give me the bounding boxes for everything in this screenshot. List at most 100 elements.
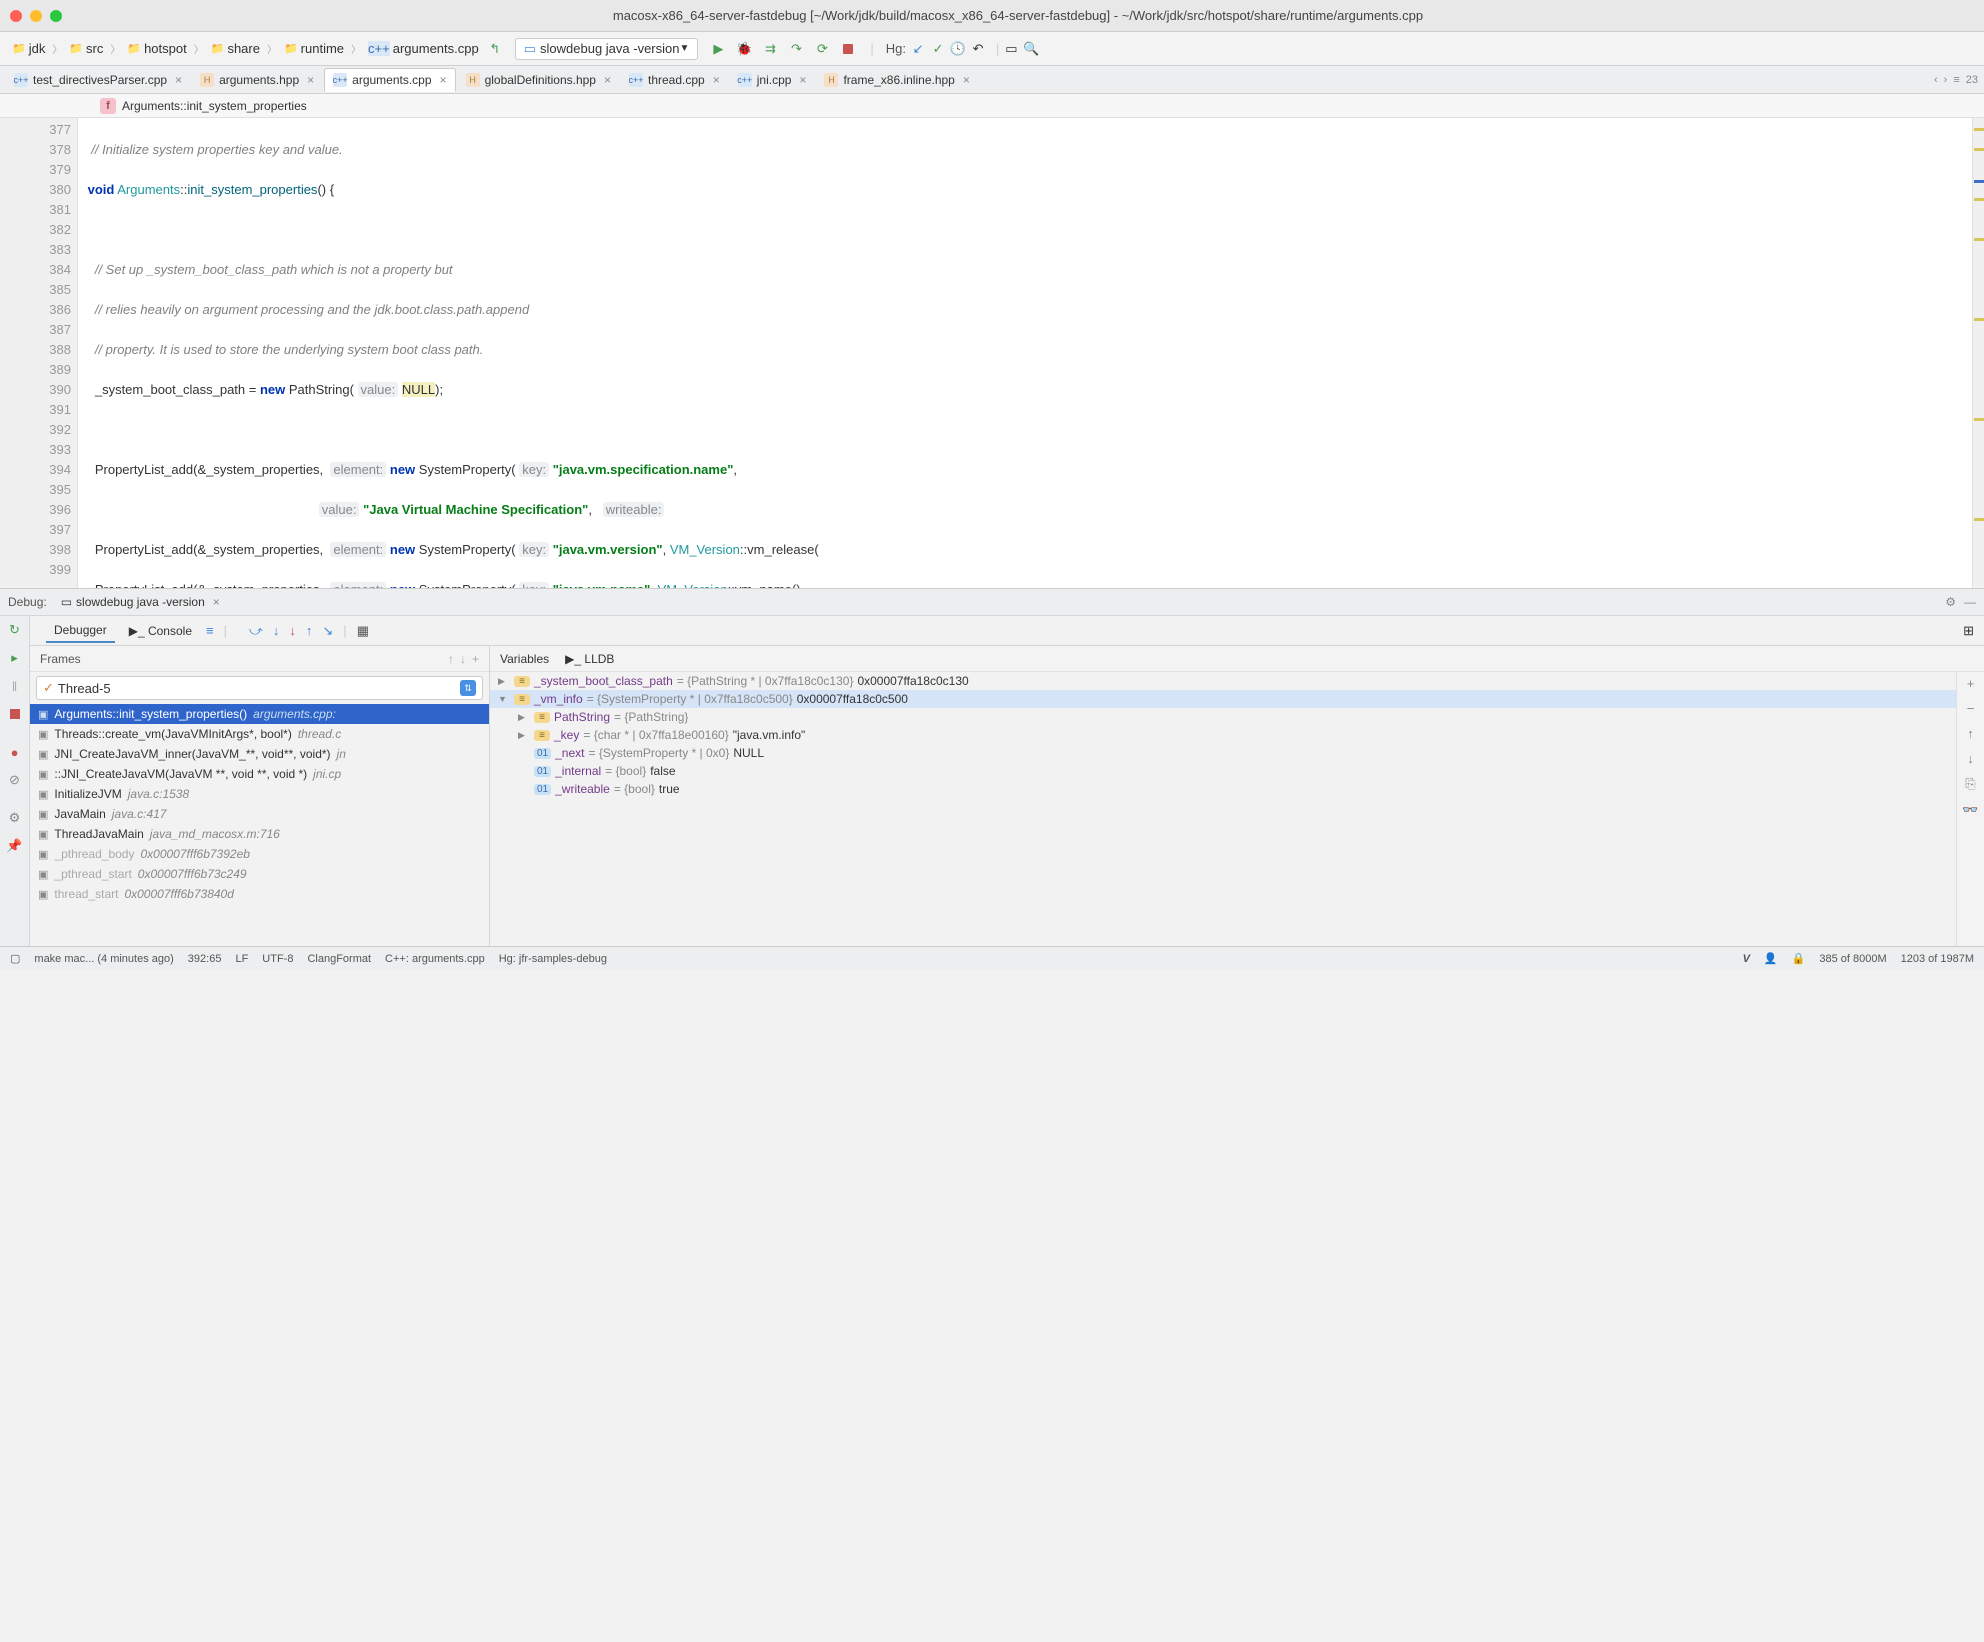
run-to-cursor-button[interactable]: ↘: [322, 623, 333, 639]
add-watch-button[interactable]: +: [1967, 676, 1975, 691]
copy-button[interactable]: ⎘: [1965, 776, 1975, 792]
pause-button[interactable]: ‖: [1, 672, 29, 700]
code-area[interactable]: // Initialize system properties key and …: [78, 118, 1972, 588]
breadcrumb-item[interactable]: 📁share: [207, 39, 264, 58]
lldb-tab[interactable]: ▶_ LLDB: [565, 652, 614, 666]
close-tab-icon[interactable]: ×: [799, 73, 806, 87]
variable-row[interactable]: 01 _writeable = {bool} true: [490, 780, 1956, 798]
tab-list-icon[interactable]: ≡: [1953, 74, 1959, 86]
revert-button[interactable]: ↶: [970, 41, 986, 57]
breadcrumb-file[interactable]: c++arguments.cpp: [364, 39, 483, 58]
debugger-tab[interactable]: Debugger: [46, 619, 115, 643]
chevron-left-icon[interactable]: ‹: [1934, 74, 1938, 86]
run-button[interactable]: ▶: [710, 41, 726, 57]
editor-tab[interactable]: Harguments.hpp×: [192, 69, 322, 91]
expand-icon[interactable]: ▶: [518, 730, 530, 741]
threads-icon[interactable]: ≡: [206, 623, 214, 638]
window-close[interactable]: [10, 10, 22, 22]
variable-row[interactable]: ▶≡ _system_boot_class_path = {PathString…: [490, 672, 1956, 690]
thread-selector[interactable]: ✓ Thread-5 ⇅: [36, 676, 483, 700]
vcs-branch[interactable]: Hg: jfr-samples-debug: [499, 953, 607, 965]
commit-button[interactable]: ✓: [930, 41, 946, 57]
settings-icon[interactable]: ⚙: [1945, 595, 1956, 609]
stack-frame-row[interactable]: ▣_pthread_body 0x00007fff6b7392eb: [30, 844, 489, 864]
nav-back-icon[interactable]: ↰: [487, 41, 503, 57]
stop-button[interactable]: [840, 41, 856, 57]
variable-row[interactable]: ▶≡ _key = {char * | 0x7ffa18e00160} "jav…: [490, 726, 1956, 744]
stack-frame-row[interactable]: ▣Arguments::init_system_properties() arg…: [30, 704, 489, 724]
variable-row[interactable]: 01 _next = {SystemProperty * | 0x0} NULL: [490, 744, 1956, 762]
stack-frame-row[interactable]: ▣InitializeJVM java.c:1538: [30, 784, 489, 804]
window-maximize[interactable]: [50, 10, 62, 22]
close-tab-icon[interactable]: ×: [604, 73, 611, 87]
editor-tab[interactable]: Hframe_x86.inline.hpp×: [816, 69, 977, 91]
close-tab-icon[interactable]: ×: [963, 73, 970, 87]
stack-frame-row[interactable]: ▣thread_start 0x00007fff6b73840d: [30, 884, 489, 904]
stack-frame-row[interactable]: ▣Threads::create_vm(JavaVMInitArgs*, boo…: [30, 724, 489, 744]
run-coverage-button[interactable]: ⇉: [762, 41, 778, 57]
mute-breakpoints-button[interactable]: ⊘: [1, 766, 29, 794]
breadcrumb-item[interactable]: 📁hotspot: [123, 39, 190, 58]
layout-settings-icon[interactable]: ⊞: [1963, 623, 1974, 639]
variable-row[interactable]: ▼≡ _vm_info = {SystemProperty * | 0x7ffa…: [490, 690, 1956, 708]
code-editor[interactable]: 377 378 ⇥ 379 380 381 382 383 384 385 38…: [0, 118, 1984, 588]
console-tab[interactable]: ▶_ Console: [121, 620, 200, 642]
variables-tab[interactable]: Variables: [500, 652, 549, 666]
show-watches-button[interactable]: 👓: [1962, 802, 1978, 818]
variable-row[interactable]: ▶≡ PathString = {PathString}: [490, 708, 1956, 726]
settings-button[interactable]: ⚙: [1, 804, 29, 832]
force-step-into-button[interactable]: ↓: [289, 623, 296, 639]
step-into-button[interactable]: ↓: [273, 623, 280, 639]
attach-button[interactable]: ⟳: [814, 41, 830, 57]
close-tab-icon[interactable]: ×: [307, 73, 314, 87]
rerun-button[interactable]: ↻: [1, 616, 29, 644]
breadcrumb-item[interactable]: 📁runtime: [280, 39, 348, 58]
close-tab-icon[interactable]: ×: [713, 73, 720, 87]
project-structure-button[interactable]: ▭: [1003, 41, 1019, 57]
run-configuration-selector[interactable]: ▭ slowdebug java -version ▼: [515, 38, 699, 60]
debug-session-tab[interactable]: ▭ slowdebug java -version ×: [55, 592, 226, 612]
icon[interactable]: ▢: [10, 952, 20, 965]
memory-indicator[interactable]: 385 of 8000M: [1819, 953, 1886, 965]
window-minimize[interactable]: [30, 10, 42, 22]
editor-tab[interactable]: c++thread.cpp×: [621, 69, 728, 91]
line-separator[interactable]: LF: [235, 953, 248, 965]
history-button[interactable]: 🕓: [950, 41, 966, 57]
resume-button[interactable]: ▸: [1, 644, 29, 672]
add-icon[interactable]: +: [472, 652, 479, 666]
context[interactable]: C++: arguments.cpp: [385, 953, 485, 965]
profile-button[interactable]: ↷: [788, 41, 804, 57]
editor-tab[interactable]: c++test_directivesParser.cpp×: [6, 69, 190, 91]
view-breakpoints-button[interactable]: ●: [1, 738, 29, 766]
step-out-button[interactable]: ↑: [306, 623, 313, 639]
frames-list[interactable]: ▣Arguments::init_system_properties() arg…: [30, 704, 489, 946]
close-tab-icon[interactable]: ×: [440, 73, 447, 87]
chevron-right-icon[interactable]: ›: [1944, 74, 1948, 86]
pin-button[interactable]: 📌: [1, 832, 29, 860]
next-frame-button[interactable]: ↓: [460, 652, 466, 666]
stop-debug-button[interactable]: [1, 700, 29, 728]
stack-frame-row[interactable]: ▣_pthread_start 0x00007fff6b73c249: [30, 864, 489, 884]
editor-tab-active[interactable]: c++arguments.cpp×: [324, 68, 455, 92]
step-over-button[interactable]: ⤻: [249, 623, 263, 639]
code-style[interactable]: ClangFormat: [307, 953, 371, 965]
up-button[interactable]: ↑: [1967, 726, 1974, 741]
cursor-position[interactable]: 392:65: [188, 953, 222, 965]
debug-button[interactable]: 🐞: [736, 41, 752, 57]
stack-frame-row[interactable]: ▣JavaMain java.c:417: [30, 804, 489, 824]
search-everywhere-button[interactable]: 🔍: [1023, 41, 1039, 57]
v-icon[interactable]: V: [1743, 953, 1750, 965]
close-tab-icon[interactable]: ×: [175, 73, 182, 87]
function-context-bar[interactable]: f Arguments::init_system_properties: [0, 94, 1984, 118]
file-encoding[interactable]: UTF-8: [262, 953, 293, 965]
background-task[interactable]: make mac... (4 minutes ago): [34, 953, 173, 965]
down-button[interactable]: ↓: [1967, 751, 1974, 766]
inspector-icon[interactable]: 👤: [1764, 952, 1778, 965]
minimize-panel-icon[interactable]: —: [1964, 595, 1976, 609]
editor-tab[interactable]: HglobalDefinitions.hpp×: [458, 69, 619, 91]
expand-icon[interactable]: ▶: [518, 712, 530, 723]
expand-icon[interactable]: ▶: [498, 676, 510, 687]
error-stripe[interactable]: [1972, 118, 1984, 588]
gutter[interactable]: 377 378 ⇥ 379 380 381 382 383 384 385 38…: [0, 118, 78, 588]
evaluate-expression-button[interactable]: ▦: [357, 623, 369, 639]
